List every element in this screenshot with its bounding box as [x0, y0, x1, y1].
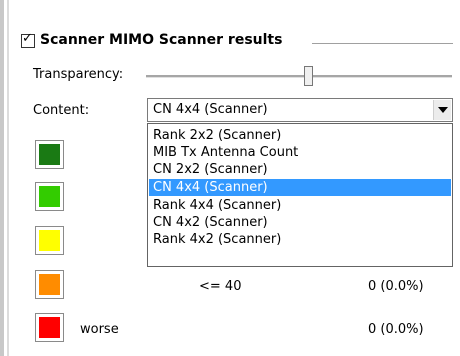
content-label: Content: [33, 103, 90, 118]
dropdown-option[interactable]: Rank 4x4 (Scanner) [149, 197, 451, 214]
dropdown-option-selected[interactable]: CN 4x4 (Scanner) [149, 179, 451, 196]
dropdown-option[interactable]: Rank 4x2 (Scanner) [149, 231, 451, 248]
dropdown-option[interactable]: Rank 2x2 (Scanner) [149, 127, 451, 144]
group-title: Scanner MIMO Scanner results [40, 32, 283, 48]
transparency-label: Transparency: [33, 67, 124, 82]
legend-count-label: 0 (0.0%) [368, 322, 424, 337]
legend-color-swatch[interactable] [35, 226, 64, 255]
checkmark-icon: ✓ [22, 31, 33, 46]
legend-count-label: 0 (0.0%) [368, 279, 424, 294]
legend-color-swatch[interactable] [35, 270, 64, 299]
dropdown-button[interactable] [433, 100, 451, 120]
dropdown-option[interactable]: MIB Tx Antenna Count [149, 144, 451, 161]
content-select-value: CN 4x4 (Scanner) [153, 102, 268, 117]
content-dropdown-list[interactable]: Rank 2x2 (Scanner) MIB Tx Antenna Count … [147, 123, 453, 267]
legend-range-label: worse [80, 322, 119, 337]
legend-color-swatch[interactable] [35, 313, 64, 342]
legend-range-label: <= 40 [199, 279, 242, 294]
dropdown-option[interactable]: CN 2x2 (Scanner) [149, 161, 451, 178]
group-divider [312, 43, 453, 44]
legend-color-swatch[interactable] [35, 140, 64, 169]
transparency-slider-thumb[interactable] [304, 66, 314, 86]
dropdown-option[interactable]: CN 4x2 (Scanner) [149, 214, 451, 231]
group-enable-checkbox[interactable]: ✓ [21, 31, 35, 48]
left-edge [0, 0, 4, 356]
content-select[interactable]: CN 4x4 (Scanner) [147, 98, 453, 122]
chevron-down-icon [438, 107, 448, 113]
left-edge-inner [7, 0, 9, 356]
legend-color-swatch[interactable] [35, 182, 64, 211]
transparency-slider-track[interactable] [146, 75, 452, 78]
